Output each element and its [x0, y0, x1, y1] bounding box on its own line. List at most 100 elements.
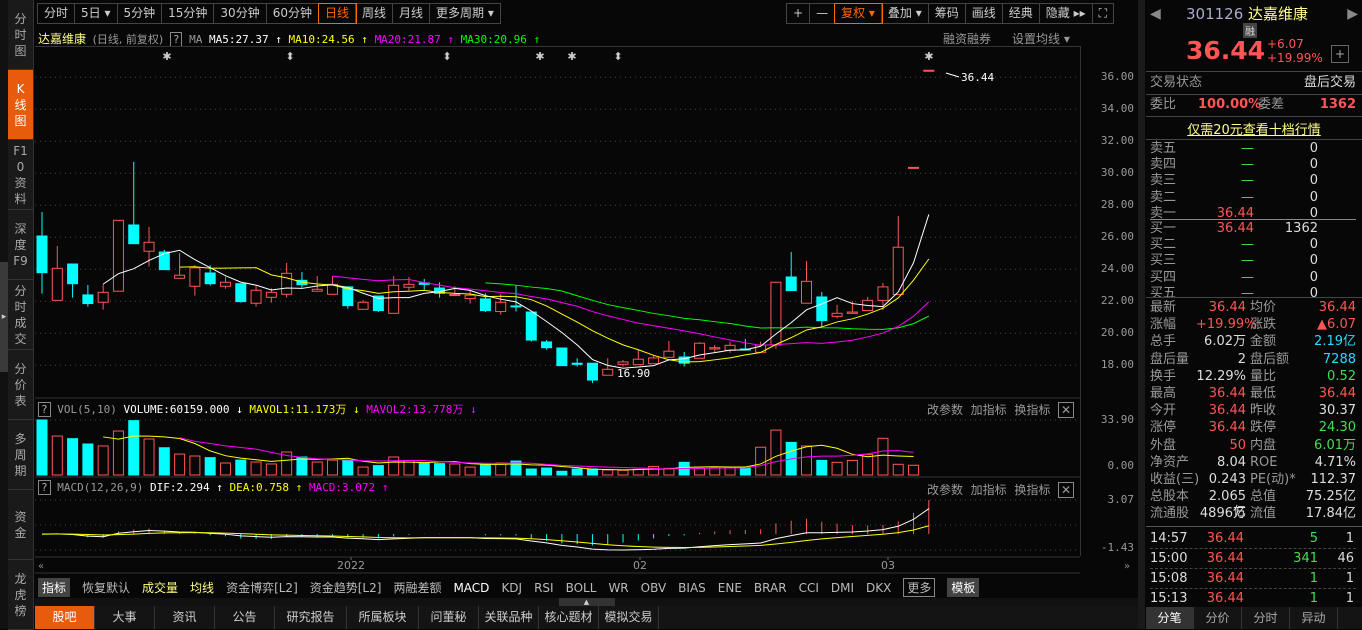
volume-bar	[97, 445, 109, 476]
scroll-right-icon[interactable]: »	[1124, 561, 1130, 572]
candle	[357, 301, 369, 310]
volume-bar	[143, 438, 155, 476]
indicator-tab[interactable]: BRAR	[754, 581, 787, 595]
candle	[388, 284, 400, 314]
volume-bar	[112, 430, 124, 476]
change-params-button[interactable]: 改参数	[927, 483, 963, 497]
stat-value: 30.37	[1318, 403, 1356, 419]
quote-tab[interactable]: 分价	[1194, 607, 1242, 629]
volume-bar	[908, 464, 920, 476]
bottom-tab[interactable]: 模拟交易	[599, 606, 659, 629]
indicator-tab[interactable]: 更多	[903, 578, 936, 597]
bottom-tab[interactable]: 关联品种	[479, 606, 539, 629]
quote-tab[interactable]: 异动	[1290, 607, 1338, 629]
stat-label: 流通股	[1150, 506, 1190, 522]
right-panel-toggle[interactable]	[1138, 0, 1145, 629]
stat-value: 112.37	[1310, 471, 1357, 487]
switch-indicator-button[interactable]: 换指标	[1014, 483, 1050, 497]
bottom-tab[interactable]: 股吧	[35, 606, 95, 629]
event-marker[interactable]: ✱	[535, 50, 544, 63]
level-volume: 0	[1309, 269, 1318, 285]
volume-bar	[174, 453, 186, 476]
add-watchlist-button[interactable]: +	[1331, 45, 1349, 63]
indicator-tab[interactable]: 两融差额	[393, 579, 441, 596]
candle	[770, 281, 782, 346]
volume-bar	[250, 461, 262, 476]
help-button[interactable]: ?	[38, 480, 51, 495]
close-icon[interactable]: ✕	[1057, 482, 1075, 498]
volume-bar	[693, 467, 705, 476]
candle	[586, 362, 598, 381]
volume-bar	[586, 468, 598, 476]
order-book-row: 买三 — 0	[1150, 253, 1356, 269]
indicator-tab[interactable]: 资金博弈[L2]	[226, 579, 298, 596]
indicator-tab[interactable]: OBV	[641, 581, 667, 595]
bottom-tab[interactable]: 资讯	[155, 606, 215, 629]
stat-label: 净资产	[1150, 454, 1190, 470]
indicator-tab[interactable]: WR	[608, 581, 628, 595]
bottom-tab[interactable]: 所属板块	[347, 606, 419, 629]
close-icon[interactable]: ✕	[1057, 402, 1075, 418]
stat-row: 净资产 8.04 ROE 4.71%	[1150, 455, 1356, 472]
indicator-tab[interactable]: DKX	[866, 581, 891, 595]
event-marker[interactable]: ⬍	[442, 50, 451, 63]
bottom-tab[interactable]: 问董秘	[419, 606, 479, 629]
bottom-tab[interactable]: 研究报告	[275, 606, 347, 629]
help-button[interactable]: ?	[38, 402, 51, 417]
event-marker[interactable]: ✱	[567, 50, 576, 63]
indicator-tab[interactable]: 资金趋势[L2]	[310, 579, 382, 596]
candle	[219, 281, 231, 287]
change-params-button[interactable]: 改参数	[927, 403, 963, 417]
event-marker[interactable]: ⬍	[285, 50, 294, 63]
level-volume: 0	[1309, 253, 1318, 269]
stat-row: 外盘 50 内盘 6.01万	[1150, 438, 1356, 455]
bottom-tab[interactable]: 大事	[95, 606, 155, 629]
candle	[479, 298, 491, 312]
add-indicator-button[interactable]: 加指标	[971, 403, 1007, 417]
indicator-tab[interactable]: 均线	[190, 579, 214, 596]
price-tick: 26.00	[1100, 230, 1134, 244]
candle	[525, 311, 537, 341]
level2-promo-link[interactable]: 仅需20元查看十档行情	[1146, 119, 1362, 138]
stat-row: 今开 36.44 昨收 30.37	[1150, 403, 1356, 420]
candle	[342, 286, 354, 307]
stat-value: 36.44	[1318, 385, 1356, 401]
switch-indicator-button[interactable]: 换指标	[1014, 403, 1050, 417]
volume-bar	[632, 468, 644, 476]
event-marker[interactable]: ✱	[924, 50, 933, 63]
indicator-tab[interactable]: MACD	[453, 581, 489, 595]
scroll-left-icon[interactable]: «	[38, 561, 44, 572]
quote-tab[interactable]: 分笔	[1146, 607, 1194, 629]
tick-time: 15:08	[1150, 571, 1188, 586]
indicator-tab[interactable]: BOLL	[566, 581, 597, 595]
event-marker[interactable]: ⬍	[613, 50, 622, 63]
stat-label: 最高	[1150, 385, 1177, 401]
indicator-tab[interactable]: CCI	[799, 581, 819, 595]
bottom-tab[interactable]: 公告	[215, 606, 275, 629]
event-marker[interactable]: ✱	[162, 50, 171, 63]
indicator-tab[interactable]: KDJ	[501, 581, 522, 595]
volume-bar	[204, 457, 216, 476]
indicator-tab[interactable]: 模板	[947, 578, 980, 597]
indicator-tab[interactable]: BIAS	[678, 581, 706, 595]
add-indicator-button[interactable]: 加指标	[971, 483, 1007, 497]
bottom-tab[interactable]: 核心题材	[539, 606, 599, 629]
indicator-tab[interactable]: 恢复默认	[82, 579, 130, 596]
indicator-tab[interactable]: 指标	[38, 578, 71, 597]
panel-resize-bar[interactable]: ▲	[35, 598, 1138, 606]
level-label: 买四	[1150, 269, 1177, 285]
price-tick: 34.00	[1100, 102, 1134, 116]
high-annotation-arrow	[945, 72, 960, 78]
candle	[632, 358, 644, 366]
volume-bar	[265, 463, 277, 476]
indicator-tab[interactable]: 成交量	[142, 579, 178, 596]
next-stock-icon[interactable]: ▶	[1347, 6, 1358, 22]
stat-label: 涨停	[1150, 420, 1177, 436]
stat-value: 36.44	[1208, 300, 1246, 315]
prev-stock-icon[interactable]: ◀	[1150, 6, 1161, 22]
indicator-tab[interactable]: DMI	[831, 581, 854, 595]
quote-tab[interactable]: 分时	[1242, 607, 1290, 629]
indicator-tab[interactable]: ENE	[718, 581, 742, 595]
stat-label: 昨收	[1250, 403, 1277, 419]
indicator-tab[interactable]: RSI	[534, 581, 554, 595]
